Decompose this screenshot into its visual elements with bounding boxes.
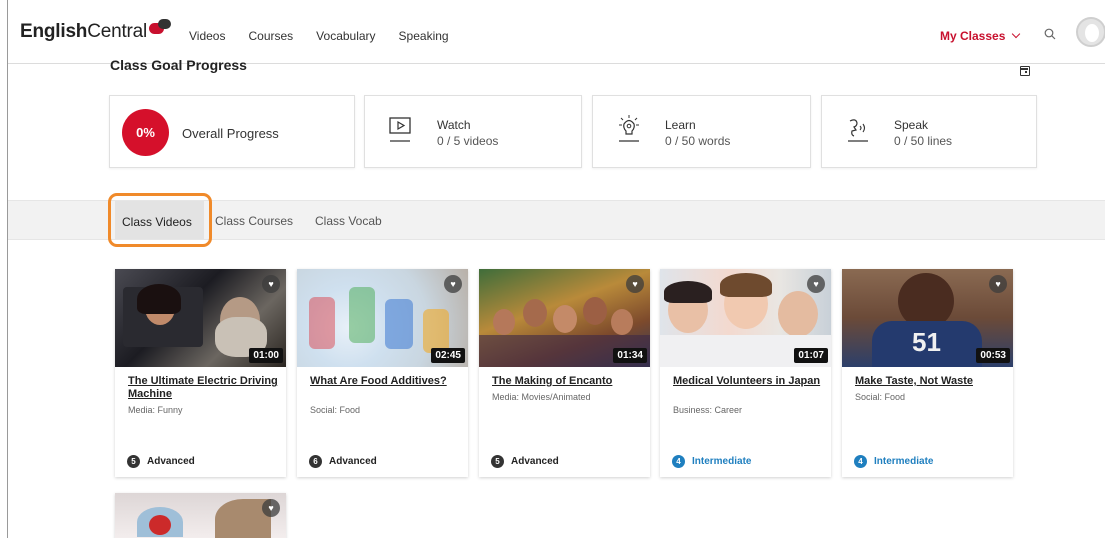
logo-text-light: Central [87,21,148,42]
level-badge: 6 Advanced [309,455,377,468]
video-play-icon [389,117,411,142]
watch-label: Watch [437,118,471,132]
video-category: Media: Funny [128,405,183,415]
video-card[interactable]: ♥ [115,493,286,538]
video-thumbnail[interactable]: ♥ 02:45 [297,269,468,367]
video-duration: 01:07 [794,348,828,363]
level-badge: 4 Intermediate [672,455,751,468]
level-number: 4 [854,455,867,468]
video-thumbnail[interactable]: ♥ 01:07 [660,269,831,367]
video-card[interactable]: ♥ 02:45 What Are Food Additives? Social:… [297,269,468,477]
calendar-icon[interactable] [1020,66,1030,76]
heart-icon[interactable]: ♥ [262,499,280,517]
learn-stat-card: Learn 0 / 50 words [592,95,811,168]
search-icon[interactable] [1044,28,1056,40]
level-label: Intermediate [874,456,934,467]
englishcentral-logo[interactable]: English Central [20,19,173,43]
video-title-link[interactable]: The Making of Encanto [492,375,642,388]
video-card[interactable]: ♥ 01:34 The Making of Encanto Media: Mov… [479,269,650,477]
speech-bubble-icon [149,19,173,37]
video-card[interactable]: 51 ♥ 00:53 Make Taste, Not Waste Social:… [842,269,1013,477]
heart-icon[interactable]: ♥ [444,275,462,293]
heart-icon[interactable]: ♥ [807,275,825,293]
user-avatar[interactable] [1076,17,1105,47]
speak-icon [848,119,868,142]
goal-progress-title: Class Goal Progress [110,57,247,73]
tab-highlight-annotation [108,193,212,247]
speak-stat-card: Speak 0 / 50 lines [821,95,1037,168]
overall-progress-label: Overall Progress [182,126,279,141]
logo-text-bold: English [20,21,88,42]
watch-stat-card: Watch 0 / 5 videos [364,95,582,168]
video-thumbnail[interactable]: ♥ 01:34 [479,269,650,367]
level-label: Advanced [511,456,559,467]
video-title-link[interactable]: What Are Food Additives? [310,375,460,388]
heart-icon[interactable]: ♥ [262,275,280,293]
overall-progress-ring: 0% [122,109,169,156]
top-navigation: English Central Videos Courses Vocabulary… [8,0,1105,64]
level-badge: 5 Advanced [127,455,195,468]
my-classes-label: My Classes [940,29,1006,43]
video-thumbnail[interactable]: ♥ [115,493,286,538]
my-classes-dropdown[interactable]: My Classes [940,29,1021,43]
video-duration: 01:00 [249,348,283,363]
video-category: Business: Career [673,405,743,415]
level-number: 4 [672,455,685,468]
video-title-link[interactable]: Medical Volunteers in Japan [673,375,823,388]
nav-vocabulary[interactable]: Vocabulary [316,29,375,43]
chevron-down-icon [1012,29,1021,39]
level-label: Intermediate [692,456,752,467]
main-nav: Videos Courses Vocabulary Speaking [189,29,472,43]
level-number: 6 [309,455,322,468]
video-thumbnail[interactable]: ♥ 01:00 [115,269,286,367]
level-badge: 5 Advanced [491,455,559,468]
heart-icon[interactable]: ♥ [626,275,644,293]
nav-videos[interactable]: Videos [189,29,225,43]
overall-progress-card: 0% Overall Progress [109,95,355,168]
level-label: Advanced [147,456,195,467]
level-badge: 4 Intermediate [854,455,933,468]
level-label: Advanced [329,456,377,467]
video-card[interactable]: ♥ 01:07 Medical Volunteers in Japan Busi… [660,269,831,477]
video-category: Social: Food [310,405,361,415]
video-title-link[interactable]: The Ultimate Electric Driving Machine [128,375,278,401]
tab-class-courses[interactable]: Class Courses [215,214,293,228]
video-duration: 00:53 [976,348,1010,363]
window-edge [7,0,8,538]
video-title-link[interactable]: Make Taste, Not Waste [855,375,1005,388]
tab-class-vocab[interactable]: Class Vocab [315,214,382,228]
nav-speaking[interactable]: Speaking [399,29,449,43]
learn-label: Learn [665,118,696,132]
video-thumbnail[interactable]: 51 ♥ 00:53 [842,269,1013,367]
speak-value: 0 / 50 lines [894,134,953,148]
speak-label: Speak [894,118,929,132]
level-number: 5 [491,455,504,468]
video-category: Media: Movies/Animated [492,392,591,402]
nav-courses[interactable]: Courses [248,29,293,43]
level-number: 5 [127,455,140,468]
video-duration: 01:34 [613,348,647,363]
video-category: Social: Food [855,392,906,402]
video-duration: 02:45 [431,348,465,363]
video-card[interactable]: ♥ 01:00 The Ultimate Electric Driving Ma… [115,269,286,477]
heart-icon[interactable]: ♥ [989,275,1007,293]
watch-value: 0 / 5 videos [437,134,499,148]
learn-value: 0 / 50 words [665,134,731,148]
lightbulb-icon [619,115,639,142]
